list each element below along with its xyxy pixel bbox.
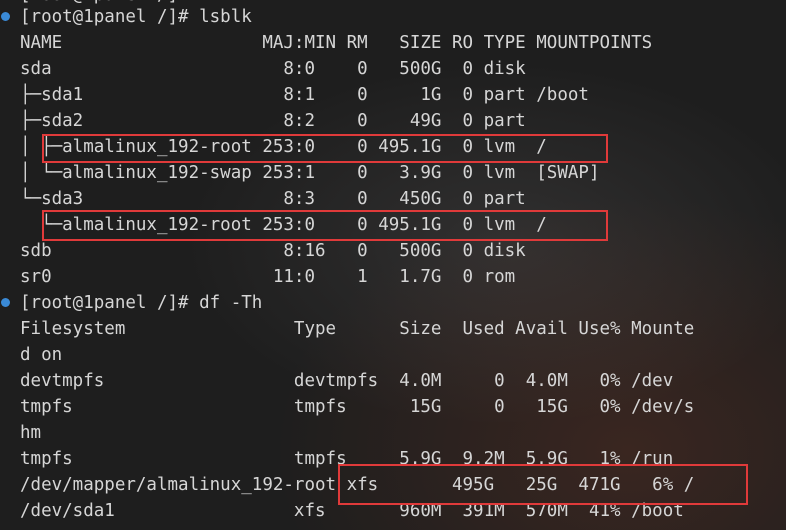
- prompt-bullet-icon: [1, 12, 10, 21]
- lsblk-row: sr0 11:0 1 1.7G 0 rom: [20, 267, 516, 287]
- df-row: /dev/mapper/almalinux_192-root xfs 495G …: [20, 475, 695, 495]
- lsblk-row: ├─sda2 8:2 0 49G 0 part: [20, 111, 526, 131]
- df-row: tmpfs tmpfs 5.9G 9.2M 5.9G 1% /run: [20, 449, 674, 469]
- lsblk-row: ├─sda1 8:1 0 1G 0 part /boot: [20, 85, 589, 105]
- terminal-prompt-lsblk: [root@1panel /]# lsblk: [20, 7, 252, 27]
- df-row: devtmpfs devtmpfs 4.0M 0 4.0M 0% /dev: [20, 371, 674, 391]
- df-row: tmpfs tmpfs 15G 0 15G 0% /dev/s: [20, 397, 695, 417]
- df-row: /dev/sda1 xfs 960M 391M 570M 41% /boot: [20, 501, 684, 521]
- df-header-wrap: d on: [20, 345, 63, 365]
- lsblk-row: sda 8:0 0 500G 0 disk: [20, 59, 526, 79]
- df-header: Filesystem Type Size Used Avail Use% Mou…: [20, 319, 695, 339]
- lsblk-row: │ ├─almalinux_192-root 253:0 0 495.1G 0 …: [20, 137, 547, 157]
- df-row-wrap: hm: [20, 423, 42, 443]
- lsblk-header: NAME MAJ:MIN RM SIZE RO TYPE MOUNTPOINTS: [20, 33, 653, 53]
- lsblk-row: └─almalinux_192-root 253:0 0 495.1G 0 lv…: [20, 215, 547, 235]
- lsblk-row: │ └─almalinux_192-swap 253:1 0 3.9G 0 lv…: [20, 163, 600, 183]
- terminal-window[interactable]: [root@1panel /]# [root@1panel /]# lsblk …: [0, 0, 786, 530]
- lsblk-row: sdb 8:16 0 500G 0 disk: [20, 241, 526, 261]
- lsblk-row: └─sda3 8:3 0 450G 0 part: [20, 189, 526, 209]
- terminal-prompt-df: [root@1panel /]# df -Th: [20, 293, 263, 313]
- prompt-bullet-icon: [1, 298, 10, 307]
